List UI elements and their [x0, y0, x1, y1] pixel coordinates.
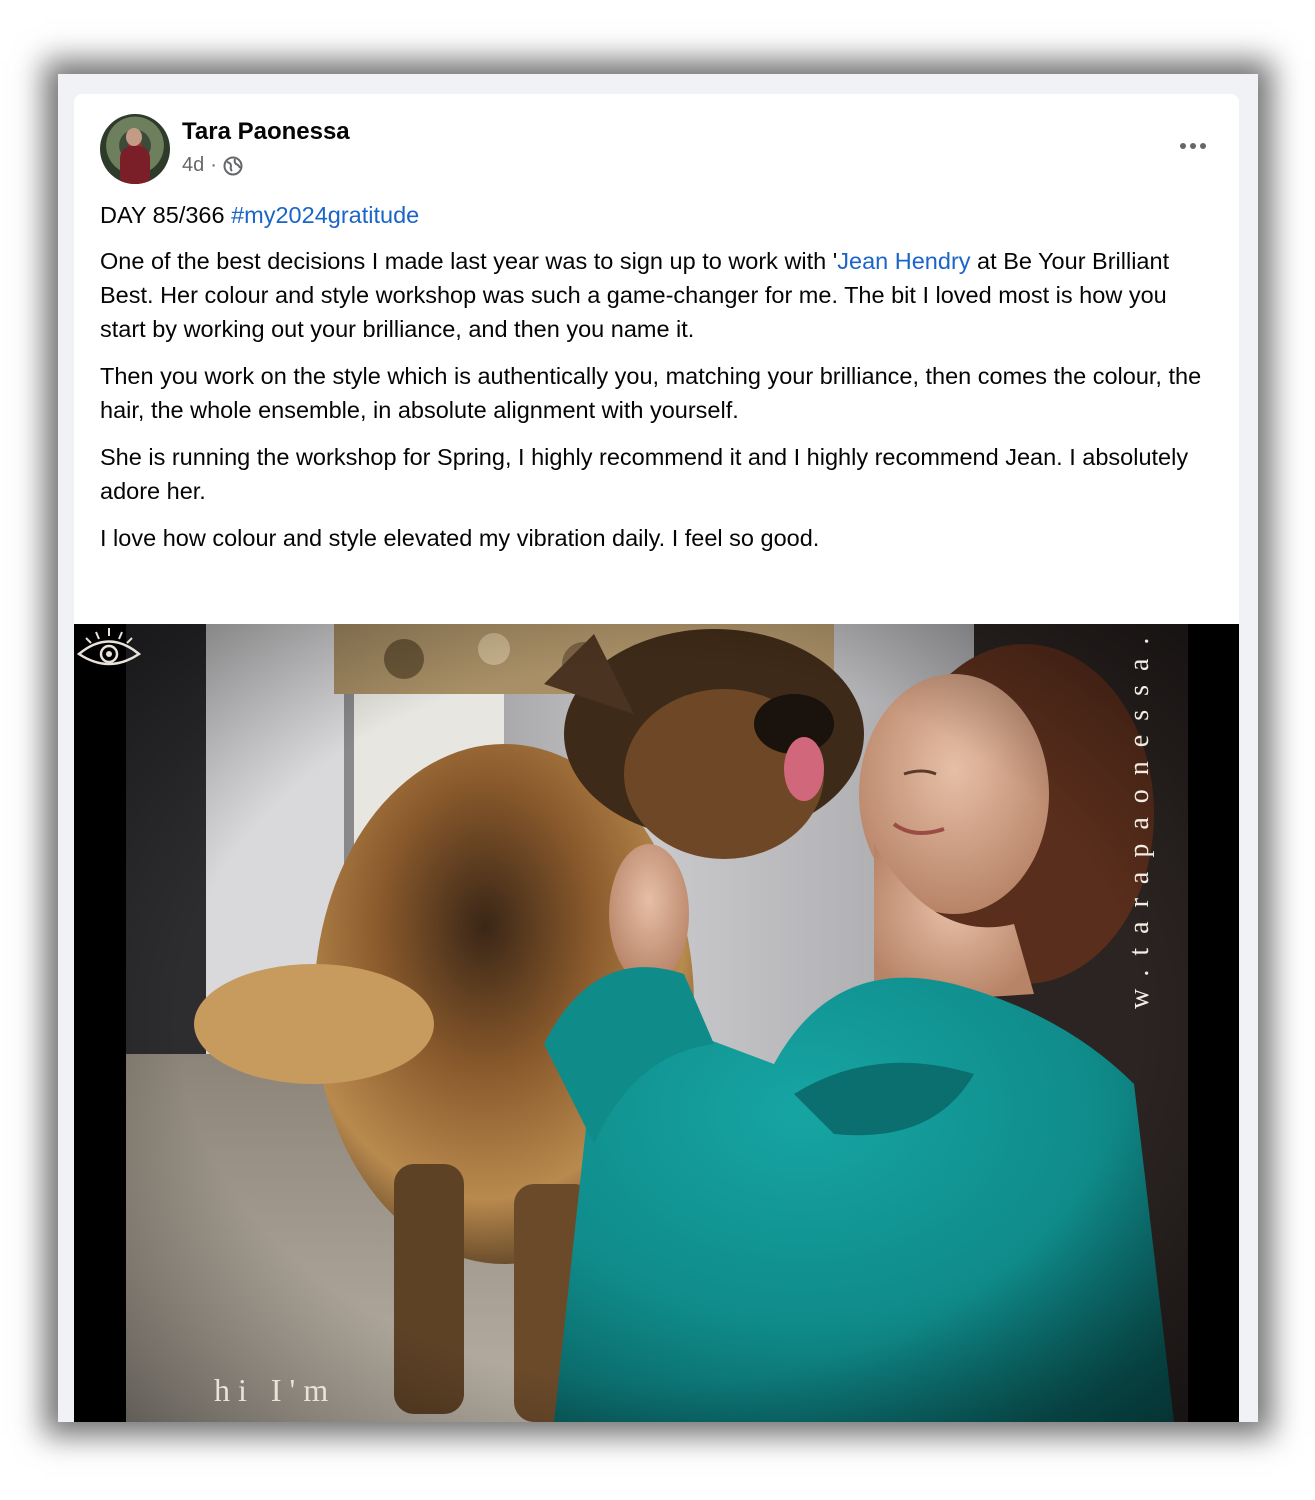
globe-icon[interactable]: [223, 156, 243, 176]
post-paragraph-4: I love how colour and style elevated my …: [100, 525, 820, 551]
post-paragraph-2: Then you work on the style which is auth…: [100, 363, 1202, 423]
paragraph1-before: One of the best decisions I made last ye…: [100, 248, 838, 274]
eye-logo-icon: [76, 628, 142, 666]
more-options-button[interactable]: [1173, 126, 1213, 166]
facebook-post: Tara Paonessa 4d · DAY 85/366 #my2024gra…: [74, 94, 1239, 1422]
post-photo[interactable]: hi I'm w.tarapaonessa.com: [74, 624, 1239, 1422]
watermark-website: w.tarapaonessa.com: [1124, 624, 1155, 1009]
post-paragraph-1: One of the best decisions I made last ye…: [100, 244, 1210, 346]
author-name[interactable]: Tara Paonessa: [182, 118, 350, 146]
hashtag-link[interactable]: #my2024gratitude: [231, 202, 419, 228]
post-day-line: DAY 85/366 #my2024gratitude: [100, 198, 1210, 232]
photo-watermark-hi: hi I'm: [214, 1372, 337, 1408]
photo-illustration: [74, 624, 1239, 1422]
post-header: Tara Paonessa 4d ·: [100, 114, 1213, 186]
day-label: DAY 85/366: [100, 202, 232, 228]
post-paragraph-3: She is running the workshop for Spring, …: [100, 444, 1189, 504]
post-body: DAY 85/366 #my2024gratitude One of the b…: [100, 198, 1210, 568]
mention-link[interactable]: Jean Hendry: [837, 248, 970, 274]
post-meta: 4d ·: [182, 154, 243, 177]
author-avatar[interactable]: [100, 114, 170, 184]
avatar-face: [126, 128, 142, 146]
avatar-body: [120, 146, 150, 184]
meta-separator: ·: [210, 154, 217, 176]
post-time[interactable]: 4d: [182, 154, 204, 177]
screenshot-page: Tara Paonessa 4d · DAY 85/366 #my2024gra…: [0, 0, 1315, 1500]
more-horizontal-icon: [1180, 143, 1206, 149]
